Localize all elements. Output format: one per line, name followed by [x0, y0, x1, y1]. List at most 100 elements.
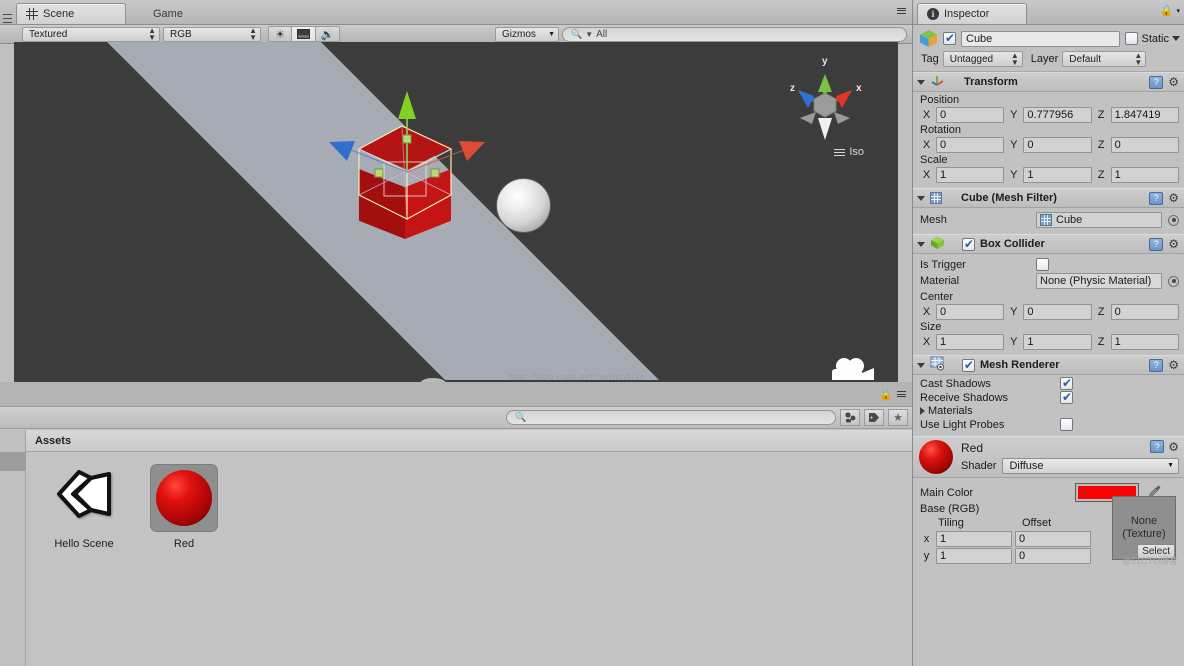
- position-z-input[interactable]: 1.847419: [1110, 107, 1179, 123]
- mesh-object-field[interactable]: Cube: [1036, 212, 1162, 228]
- lock-icon[interactable]: 🔒: [879, 388, 893, 401]
- foldout-icon[interactable]: [917, 195, 925, 201]
- center-x-input[interactable]: 0: [936, 304, 1005, 320]
- physic-material-picker-button[interactable]: [1168, 275, 1179, 287]
- lighting-toggle-button[interactable]: ☀: [268, 26, 292, 42]
- star-icon[interactable]: ★: [888, 409, 908, 426]
- component-header-mesh-renderer[interactable]: Mesh Renderer ? ⚙: [913, 355, 1184, 375]
- lock-icon[interactable]: 🔒: [1160, 4, 1174, 17]
- fx-toggle-button[interactable]: [292, 26, 316, 42]
- panel-menu-icon[interactable]: [0, 12, 12, 24]
- scale-x-input[interactable]: 1: [936, 167, 1005, 183]
- help-icon[interactable]: ?: [1150, 440, 1165, 453]
- scene-viewport[interactable]: y x z Iso http://blog.csdn.net/panjunbia…: [14, 42, 898, 382]
- position-y-input[interactable]: 0.777956: [1023, 107, 1092, 123]
- foldout-icon[interactable]: [917, 79, 925, 85]
- project-tree-sidebar[interactable]: [0, 430, 26, 666]
- scene-tabbar-menu[interactable]: [897, 6, 906, 15]
- axis-z-label: Z: [1097, 139, 1105, 151]
- layer-dropdown[interactable]: Default ▲ ▼: [1062, 51, 1147, 67]
- size-z-input[interactable]: 1: [1110, 334, 1179, 350]
- color-mode-dropdown[interactable]: RGB ▲ ▼: [163, 26, 261, 42]
- asset-item-hello-scene[interactable]: Hello Scene: [45, 464, 123, 550]
- filter-type-icon[interactable]: [840, 409, 860, 426]
- offset-x-input[interactable]: 0: [1015, 531, 1091, 547]
- rotation-z-input[interactable]: 0: [1110, 137, 1179, 153]
- project-search-input[interactable]: 🔍: [506, 410, 836, 425]
- material-header[interactable]: Red Shader Diffuse ▼ ? ⚙: [913, 436, 1184, 478]
- static-toggle[interactable]: Static: [1125, 32, 1180, 45]
- position-label: Position: [920, 94, 960, 106]
- tiling-x-input[interactable]: 1: [936, 531, 1012, 547]
- size-x-input[interactable]: 1: [936, 334, 1005, 350]
- component-header-transform[interactable]: Transform ? ⚙: [913, 72, 1184, 92]
- camera-icon[interactable]: [824, 357, 876, 382]
- axis-y-label: y: [923, 550, 930, 562]
- help-icon[interactable]: ?: [1149, 191, 1164, 205]
- panel-menu-icon[interactable]: [897, 6, 906, 15]
- panel-menu-icon[interactable]: [897, 390, 906, 399]
- shader-dropdown[interactable]: Diffuse ▼: [1002, 457, 1179, 474]
- inspector-object-header: Cube Static Tag Untagged ▲▼ Layer Defaul…: [913, 25, 1184, 72]
- use-light-probes-checkbox[interactable]: [1060, 418, 1073, 431]
- projection-mode-toggle[interactable]: Iso: [834, 146, 864, 158]
- foldout-icon[interactable]: [917, 362, 925, 368]
- move-gizmo[interactable]: [299, 85, 529, 285]
- tag-value: Untagged: [949, 53, 994, 65]
- scale-z-input[interactable]: 1: [1110, 167, 1179, 183]
- mesh-renderer-enabled-checkbox[interactable]: [962, 358, 975, 372]
- offset-label: Offset: [1022, 517, 1052, 529]
- offset-y-input[interactable]: 0: [1015, 548, 1091, 564]
- chevron-down-icon[interactable]: [1172, 36, 1180, 41]
- gear-icon[interactable]: ⚙: [1168, 359, 1179, 371]
- object-name-input[interactable]: Cube: [961, 30, 1121, 47]
- scale-y-input[interactable]: 1: [1023, 167, 1092, 183]
- component-header-mesh-filter[interactable]: Cube (Mesh Filter) ? ⚙: [913, 188, 1184, 208]
- tab-scene[interactable]: Scene: [16, 3, 126, 24]
- tab-inspector[interactable]: i Inspector: [917, 3, 1027, 24]
- position-x-input[interactable]: 0: [936, 107, 1005, 123]
- tiling-y-input[interactable]: 1: [936, 548, 1012, 564]
- gear-icon[interactable]: ⚙: [1168, 238, 1179, 250]
- asset-item-red-material[interactable]: Red: [145, 464, 223, 550]
- cast-shadows-checkbox[interactable]: [1060, 376, 1073, 390]
- scene-footer-bar: 🔒: [0, 382, 912, 406]
- scene-object-cube[interactable]: [329, 91, 485, 239]
- size-y-input[interactable]: 1: [1023, 334, 1092, 350]
- component-header-box-collider[interactable]: Box Collider ? ⚙: [913, 234, 1184, 254]
- mesh-picker-button[interactable]: [1168, 214, 1179, 226]
- axis-z-label: Z: [1097, 336, 1105, 348]
- physic-material-object-field[interactable]: None (Physic Material): [1036, 273, 1162, 289]
- tag-dropdown[interactable]: Untagged ▲ ▼: [942, 51, 1023, 67]
- help-icon[interactable]: ?: [1149, 75, 1164, 89]
- chevron-down-icon: ▼: [1167, 462, 1174, 469]
- foldout-icon[interactable]: [917, 241, 925, 247]
- gear-icon[interactable]: ⚙: [1168, 192, 1179, 204]
- draw-mode-dropdown[interactable]: Textured ▲ ▼: [22, 26, 160, 42]
- center-z-input[interactable]: 0: [1110, 304, 1179, 320]
- receive-shadows-checkbox[interactable]: [1060, 390, 1073, 404]
- tab-game[interactable]: Game: [126, 3, 206, 24]
- scene-object-sphere[interactable]: [496, 178, 551, 233]
- static-checkbox[interactable]: [1125, 32, 1139, 45]
- audio-toggle-button[interactable]: 🔊: [316, 26, 340, 42]
- object-enabled-checkbox[interactable]: [943, 31, 956, 45]
- rotation-x-input[interactable]: 0: [936, 137, 1005, 153]
- scene-search-input[interactable]: 🔍 ▼ All: [562, 26, 907, 42]
- help-icon[interactable]: ?: [1149, 358, 1164, 372]
- rotation-y-input[interactable]: 0: [1023, 137, 1092, 153]
- chevron-down-icon[interactable]: ▾: [1176, 7, 1180, 15]
- gear-icon[interactable]: ⚙: [1168, 76, 1179, 88]
- box-collider-enabled-checkbox[interactable]: [962, 237, 975, 251]
- is-trigger-checkbox[interactable]: [1036, 258, 1049, 271]
- gear-icon[interactable]: ⚙: [1168, 441, 1179, 453]
- help-icon[interactable]: ?: [1149, 237, 1164, 251]
- base-texture-slot[interactable]: None (Texture) Select: [1112, 496, 1176, 560]
- materials-foldout-icon[interactable]: [920, 407, 925, 415]
- filter-label-icon[interactable]: [864, 409, 884, 426]
- gizmos-dropdown[interactable]: Gizmos ▼: [495, 26, 559, 42]
- project-tree-selected-row[interactable]: [0, 452, 26, 471]
- chevron-down-icon: ▼: [548, 30, 555, 38]
- scene-axis-gizmo[interactable]: y x z: [782, 56, 868, 156]
- center-y-input[interactable]: 0: [1023, 304, 1092, 320]
